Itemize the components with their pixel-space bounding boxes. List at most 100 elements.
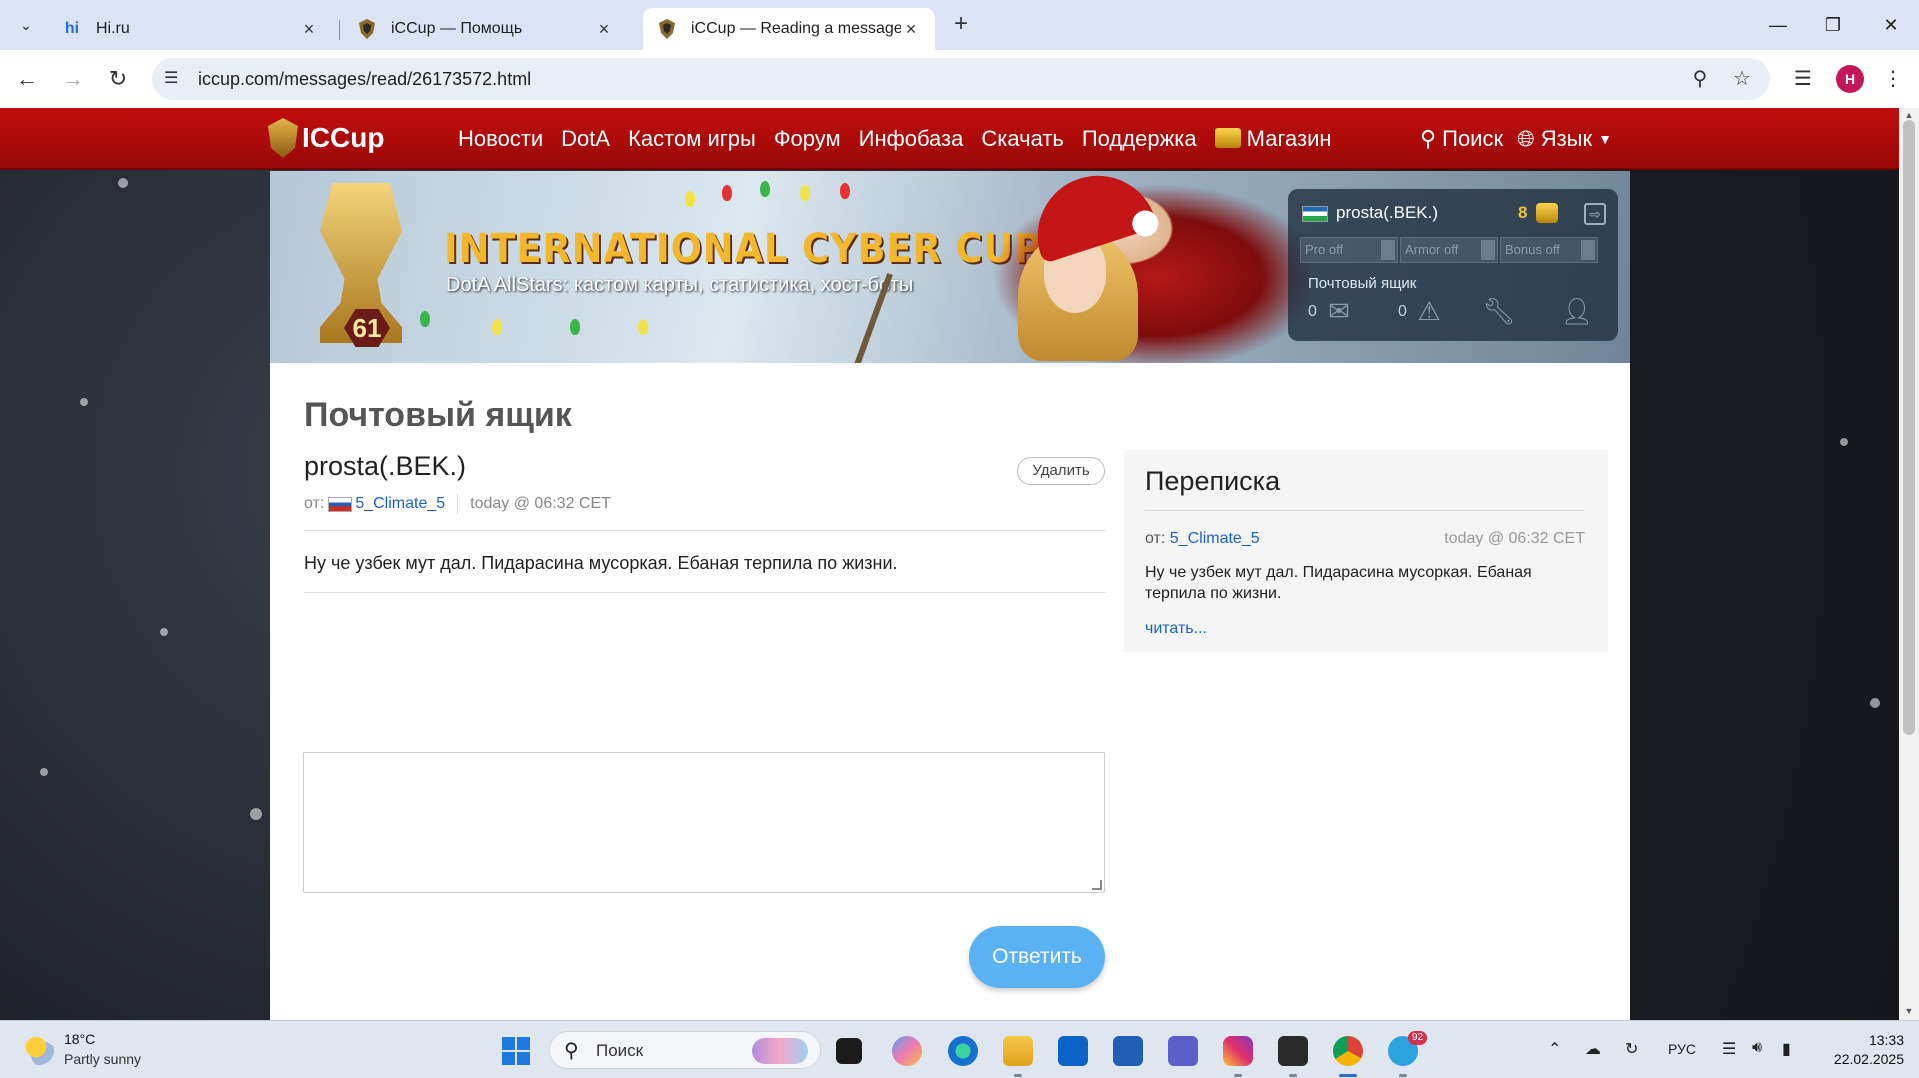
microsoft-store-icon[interactable]: [1113, 1036, 1143, 1066]
window-close-icon[interactable]: ✕: [1876, 10, 1906, 40]
nav-dota[interactable]: DotA: [561, 126, 610, 152]
running-indicator: [1234, 1074, 1242, 1077]
pro-status[interactable]: Pro off: [1300, 237, 1398, 263]
url-text[interactable]: iccup.com/messages/read/26173572.html: [198, 69, 531, 90]
light-bulb: [800, 185, 810, 201]
weather-temperature[interactable]: 18°C: [64, 1031, 95, 1047]
tab-title: Hi.ru: [96, 20, 130, 37]
scroll-down-arrow-icon[interactable]: ▼: [1903, 1006, 1915, 1016]
from-label: от:: [304, 495, 325, 512]
search-highlight-art: [752, 1038, 808, 1064]
tab-title: iCCup — Помощь: [391, 20, 523, 37]
battery-icon[interactable]: ▮: [1782, 1039, 1791, 1059]
search-icon[interactable]: ⚲: [1420, 126, 1436, 152]
tray-chevron-up-icon[interactable]: ⌃: [1548, 1039, 1561, 1059]
reload-icon[interactable]: ↻: [103, 64, 133, 94]
minimize-icon[interactable]: —: [1763, 10, 1793, 40]
mail-count: 0: [1308, 303, 1317, 320]
task-view-icon[interactable]: [836, 1038, 862, 1064]
more-menu-icon[interactable]: ⋮: [1879, 65, 1907, 93]
taskbar-search[interactable]: ⚲ Поиск: [549, 1031, 821, 1069]
bookmark-star-icon[interactable]: ☆: [1730, 67, 1754, 91]
page-scrollbar[interactable]: ▲ ▼: [1899, 108, 1919, 1020]
correspondence-time: today @ 06:32 CET: [1444, 530, 1585, 547]
media-control-icon[interactable]: ☰: [1789, 65, 1817, 93]
delete-button[interactable]: Удалить: [1017, 457, 1105, 485]
reply-textarea[interactable]: [303, 752, 1105, 893]
nav-support[interactable]: Поддержка: [1082, 126, 1197, 152]
resize-grip-icon[interactable]: [1092, 880, 1102, 890]
system-clock[interactable]: 13:33 22.02.2025: [1820, 1031, 1904, 1069]
search-link[interactable]: Поиск: [1442, 126, 1503, 152]
tab-iccup-help[interactable]: iCCup — Помощь ×: [343, 8, 628, 50]
snowflake: [40, 768, 48, 776]
weather-description[interactable]: Partly sunny: [64, 1051, 141, 1067]
instagram-icon[interactable]: [1223, 1036, 1253, 1066]
correspondence-sender-link[interactable]: 5_Climate_5: [1170, 530, 1260, 547]
caret-down-icon[interactable]: ▼: [1598, 131, 1612, 147]
scrollbar-thumb[interactable]: [1903, 120, 1915, 735]
partly-sunny-icon[interactable]: [24, 1035, 54, 1065]
profile-avatar[interactable]: H: [1836, 65, 1864, 93]
site-navbar: ICCup Новости DotA Кастом игры Форум Инф…: [0, 108, 1899, 170]
nav-right: ⚲ Поиск 🌐︎ Язык ▼: [1420, 126, 1618, 152]
file-explorer-icon[interactable]: [1003, 1036, 1033, 1066]
message-subject: prosta(.BEK.): [304, 451, 467, 481]
panel-username[interactable]: prosta(.BEK.): [1336, 203, 1438, 223]
telegram-badge: 92: [1408, 1031, 1428, 1045]
tab-hi-ru[interactable]: hi Hi.ru ×: [48, 8, 333, 50]
mailbox-link[interactable]: Почтовый ящик: [1308, 275, 1416, 292]
nav-custom-games[interactable]: Кастом игры: [628, 126, 756, 152]
language-link[interactable]: Язык: [1541, 126, 1592, 152]
iccup-logo[interactable]: ICCup: [268, 118, 384, 158]
nav-infobase[interactable]: Инфобаза: [859, 126, 964, 152]
read-more-link[interactable]: читать...: [1145, 620, 1207, 638]
bonus-status[interactable]: Bonus off: [1500, 237, 1598, 263]
forward-arrow-icon[interactable]: →: [58, 64, 88, 94]
edge-icon[interactable]: [948, 1036, 978, 1066]
reply-button[interactable]: Ответить: [969, 926, 1105, 988]
cloud-offline-icon[interactable]: ☁: [1585, 1039, 1601, 1059]
sender-link[interactable]: 5_Climate_5: [355, 495, 445, 513]
close-icon[interactable]: ×: [901, 19, 921, 40]
input-language[interactable]: РУС: [1668, 1041, 1696, 1057]
nav-shop[interactable]: Магазин: [1214, 126, 1332, 152]
armor-status[interactable]: Armor off: [1400, 237, 1498, 263]
nav-news[interactable]: Новости: [458, 126, 543, 152]
teams-icon[interactable]: [1168, 1036, 1198, 1066]
close-icon[interactable]: ×: [299, 19, 319, 40]
copilot-icon[interactable]: [892, 1036, 922, 1066]
russia-flag-icon: [328, 496, 353, 512]
sync-icon[interactable]: ↻: [1625, 1039, 1638, 1059]
user-panel: prosta(.BEK.) 8 ⇨ Pro off Armor off Bonu…: [1288, 189, 1618, 341]
wrench-icon[interactable]: 🔧︎: [1482, 297, 1516, 325]
new-tab-plus-icon[interactable]: +: [948, 12, 974, 38]
close-icon[interactable]: ×: [594, 19, 614, 40]
nav-forum[interactable]: Форум: [774, 126, 841, 152]
address-bar[interactable]: ☰ iccup.com/messages/read/26173572.html …: [152, 58, 1770, 100]
snowflake: [80, 398, 88, 406]
zoom-icon[interactable]: ⚲: [1688, 67, 1712, 91]
tab-iccup-message[interactable]: iCCup — Reading a message fro ×: [643, 8, 935, 50]
site-info-icon[interactable]: ☰: [164, 68, 186, 90]
warning-icon[interactable]: ⚠: [1412, 297, 1446, 325]
game-app-icon[interactable]: [1278, 1036, 1308, 1066]
snowflake: [250, 808, 262, 820]
nav-download[interactable]: Скачать: [981, 126, 1064, 152]
wifi-icon[interactable]: ☰: [1722, 1039, 1736, 1059]
envelope-icon[interactable]: ✉: [1322, 297, 1356, 325]
page-title: Почтовый ящик: [304, 396, 572, 434]
tab-search-chevron-icon[interactable]: ⌄: [12, 11, 40, 39]
logout-icon[interactable]: ⇨: [1584, 203, 1606, 225]
light-bulb: [570, 319, 580, 335]
back-arrow-icon[interactable]: ←: [12, 64, 42, 94]
windows-start-icon[interactable]: [502, 1037, 530, 1065]
iccup-shield-icon: [268, 118, 298, 158]
scroll-up-arrow-icon[interactable]: ▲: [1903, 110, 1915, 120]
globe-icon[interactable]: 🌐︎: [1517, 126, 1535, 152]
restore-icon[interactable]: ❐: [1818, 10, 1848, 40]
outlook-icon[interactable]: [1058, 1036, 1088, 1066]
user-profile-icon[interactable]: 👤︎: [1560, 297, 1594, 325]
chrome-icon[interactable]: [1333, 1036, 1363, 1066]
volume-icon[interactable]: 🔊︎: [1752, 1039, 1762, 1057]
